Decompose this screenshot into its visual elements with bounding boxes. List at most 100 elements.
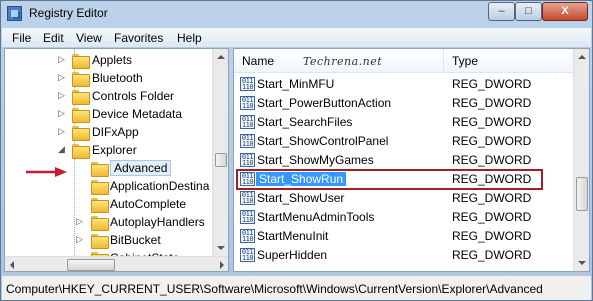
value-row[interactable]: 011 110 Start_ShowUser REG_DWORD — [234, 189, 574, 208]
list-vertical-scrollbar[interactable] — [573, 49, 589, 271]
tree-item[interactable]: ▷ BitBucket — [5, 232, 210, 250]
tree-item-label: BitBucket — [110, 233, 161, 247]
status-bar: Computer\HKEY_CURRENT_USER\Software\Micr… — [2, 275, 591, 300]
scroll-up-arrow-icon[interactable] — [217, 55, 225, 59]
value-type: REG_DWORD — [452, 77, 532, 91]
column-header-type[interactable]: Type — [444, 49, 574, 73]
folder-icon — [72, 108, 90, 123]
highlight-box-annotation — [236, 169, 543, 190]
folder-icon — [91, 234, 109, 249]
expand-arrow-icon[interactable]: ▷ — [57, 73, 66, 82]
folder-icon — [91, 180, 109, 195]
value-row[interactable]: 011 110 StartMenuInit REG_DWORD — [234, 227, 574, 246]
expand-arrow-icon[interactable]: ▷ — [75, 217, 84, 226]
tree-item-label: Applets — [92, 53, 133, 67]
value-type: REG_DWORD — [452, 96, 532, 110]
menu-favorites[interactable]: Favorites — [114, 31, 163, 45]
tree-item-label: Controls Folder — [92, 89, 175, 103]
tree-item-label: DIFxApp — [92, 125, 139, 139]
tree-item[interactable]: ▷ Bluetooth — [5, 70, 210, 88]
reg-binary-value-icon: 011 110 — [240, 248, 255, 262]
reg-binary-value-icon: 011 110 — [240, 229, 255, 243]
registry-editor-window: Registry Editor – □ X File Edit View Fav… — [0, 0, 593, 301]
value-name: SuperHidden — [257, 248, 328, 262]
tree-item-label: AutoComplete — [110, 197, 187, 211]
folder-icon — [72, 72, 90, 87]
tree-item[interactable]: ▷ DIFxApp — [5, 124, 210, 142]
tree-hscroll-thumb[interactable] — [67, 259, 115, 271]
tree-item[interactable]: ▷ Controls Folder — [5, 88, 210, 106]
value-row[interactable]: 011 110 SuperHidden REG_DWORD — [234, 246, 574, 265]
reg-binary-value-icon: 011 110 — [240, 191, 255, 205]
value-row[interactable]: 011 110 Start_MinMFU REG_DWORD — [234, 75, 574, 94]
tree-item[interactable]: ◢ Explorer — [5, 142, 210, 160]
tree-item-label: Bluetooth — [92, 71, 143, 85]
folder-icon — [72, 126, 90, 141]
tree-scroll-thumb[interactable] — [215, 153, 227, 167]
value-row[interactable]: 011 110 Start_SearchFiles REG_DWORD — [234, 113, 574, 132]
expand-arrow-icon[interactable]: ▷ — [75, 235, 84, 244]
menu-view[interactable]: View — [76, 31, 102, 45]
expand-arrow-icon[interactable]: ▷ — [57, 91, 66, 100]
expand-arrow-icon[interactable]: ◢ — [57, 145, 66, 154]
key-tree-pane[interactable]: ▷ Applets ▷ Bluetooth ▷ Controls Folder ▷ Devic… — [4, 48, 229, 272]
value-row[interactable]: 011 110 Start_ShowMyGames REG_DWORD — [234, 151, 574, 170]
value-name: Start_ShowControlPanel — [257, 134, 389, 148]
menu-edit[interactable]: Edit — [43, 31, 64, 45]
value-name: StartMenuInit — [257, 229, 329, 243]
reg-binary-value-icon: 011 110 — [240, 115, 255, 129]
expand-arrow-icon[interactable]: ▷ — [57, 127, 66, 136]
tree-item[interactable]: ApplicationDestina — [5, 178, 210, 196]
value-type: REG_DWORD — [452, 134, 532, 148]
tree-item[interactable]: ▷ Applets — [5, 52, 210, 70]
list-scroll-thumb[interactable] — [576, 177, 588, 211]
close-button[interactable]: X — [542, 2, 588, 21]
title-bar[interactable]: Registry Editor – □ X — [1, 1, 592, 26]
tree-item-label: ApplicationDestina — [110, 179, 210, 193]
expand-arrow-icon[interactable]: ▷ — [57, 55, 66, 64]
scroll-down-arrow-icon[interactable] — [578, 261, 586, 265]
watermark-text: Techrena.net — [303, 55, 383, 68]
tree-horizontal-scrollbar[interactable] — [5, 256, 228, 271]
scroll-up-arrow-icon[interactable] — [578, 55, 586, 59]
reg-binary-value-icon: 011 110 — [240, 153, 255, 167]
tree-item-label: Device Metadata — [92, 107, 183, 121]
folder-icon — [72, 90, 90, 105]
menu-bar: File Edit View Favorites Help — [2, 28, 591, 48]
value-row[interactable]: 011 110 Start_PowerButtonAction REG_DWORD — [234, 94, 574, 113]
value-name: Start_ShowMyGames — [257, 153, 374, 167]
scroll-right-arrow-icon[interactable] — [220, 261, 224, 269]
value-type: REG_DWORD — [452, 248, 532, 262]
minimize-button[interactable]: – — [488, 2, 515, 21]
value-type: REG_DWORD — [452, 115, 532, 129]
value-name: Start_MinMFU — [257, 77, 335, 91]
status-key-path: Computer\HKEY_CURRENT_USER\Software\Micr… — [6, 282, 543, 296]
expand-arrow-icon[interactable]: ▷ — [57, 109, 66, 118]
maximize-button[interactable]: □ — [515, 2, 542, 21]
tree-item[interactable]: AutoComplete — [5, 196, 210, 214]
value-name: StartMenuAdminTools — [257, 210, 375, 224]
scroll-left-arrow-icon[interactable] — [10, 261, 14, 269]
folder-icon — [91, 162, 109, 177]
tree-item-label: Explorer — [92, 143, 137, 157]
value-type: REG_DWORD — [452, 191, 532, 205]
tree-item-label: AutoplayHandlers — [110, 215, 205, 229]
menu-file[interactable]: File — [12, 31, 31, 45]
values-list-pane[interactable]: Name Type Techrena.net 011 110 Start_MinM… — [233, 48, 590, 272]
reg-binary-value-icon: 011 110 — [240, 77, 255, 91]
reg-binary-value-icon: 011 110 — [240, 96, 255, 110]
folder-icon — [91, 216, 109, 231]
value-name: Start_ShowUser — [257, 191, 345, 205]
menu-help[interactable]: Help — [177, 31, 202, 45]
value-row[interactable]: 011 110 StartMenuAdminTools REG_DWORD — [234, 208, 574, 227]
value-type: REG_DWORD — [452, 153, 532, 167]
tree-item[interactable]: ▷ AutoplayHandlers — [5, 214, 210, 232]
value-row[interactable]: 011 110 Start_ShowControlPanel REG_DWORD — [234, 132, 574, 151]
scroll-down-arrow-icon[interactable] — [217, 246, 225, 250]
tree-item[interactable]: ▷ Device Metadata — [5, 106, 210, 124]
red-arrow-annotation — [26, 167, 67, 177]
folder-icon — [72, 144, 90, 159]
tree-vertical-scrollbar[interactable] — [212, 49, 228, 256]
registry-editor-icon — [7, 6, 22, 21]
